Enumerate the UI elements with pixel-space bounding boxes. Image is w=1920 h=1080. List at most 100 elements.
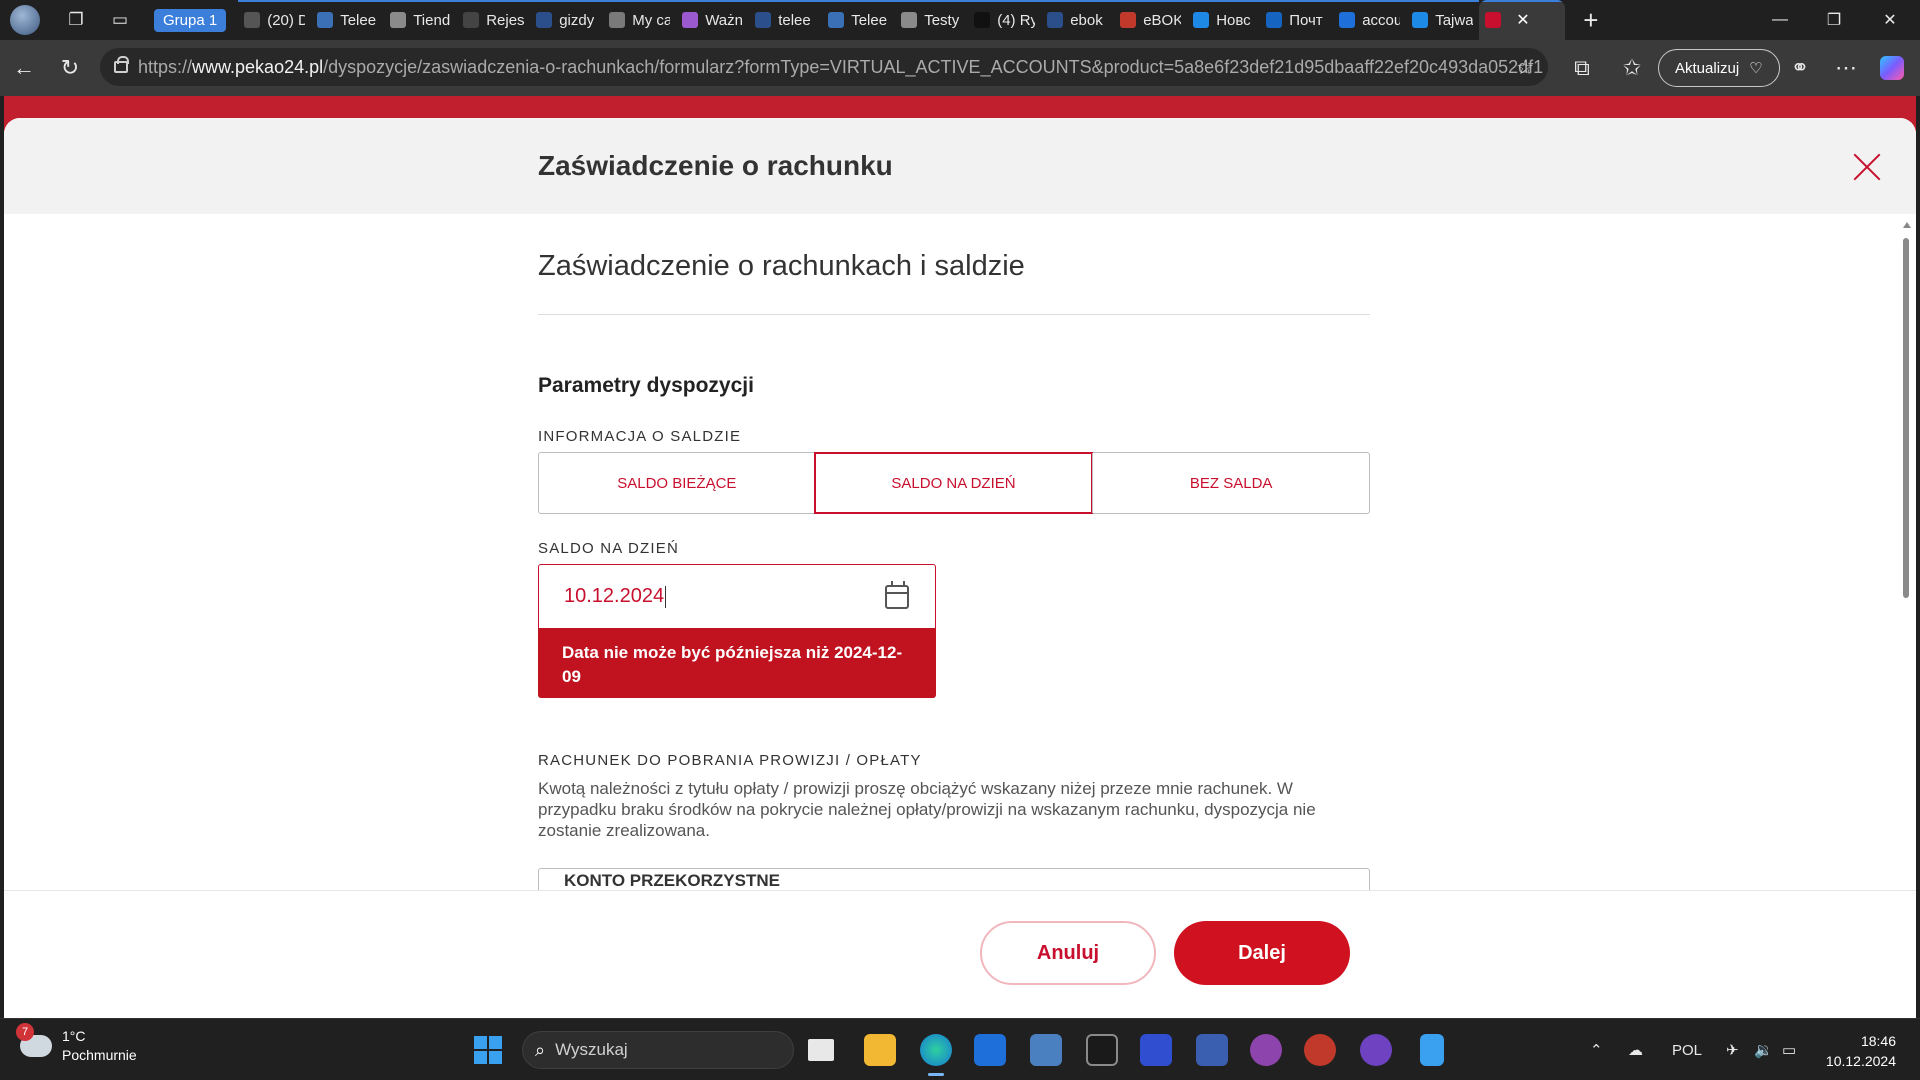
airplane-mode-icon[interactable]: ✈ xyxy=(1726,1019,1739,1080)
tab-label: Новс xyxy=(1216,11,1251,29)
tab-favicon-icon xyxy=(755,12,772,28)
anydesk-icon[interactable] xyxy=(1304,1034,1336,1066)
modal-header: Zaświadczenie o rachunku xyxy=(4,118,1916,214)
back-arrow-icon[interactable]: ← xyxy=(12,55,36,80)
browser-tab[interactable]: (4) Ry xyxy=(968,0,1042,40)
tab-label: Testy xyxy=(924,11,960,29)
tab-label: gizdy xyxy=(559,11,595,29)
file-explorer-icon[interactable] xyxy=(864,1034,896,1066)
terminal-icon[interactable] xyxy=(1086,1034,1118,1066)
taskbar: 7 1°C Pochmurnie ⌕ Wyszukaj ⌃ ☁ POL ✈ 🔉 … xyxy=(0,1018,1920,1080)
scroll-thumb[interactable] xyxy=(1903,238,1909,598)
weather-widget[interactable]: 7 1°C Pochmurnie xyxy=(16,1023,137,1065)
tor-browser-icon[interactable] xyxy=(1250,1034,1282,1066)
text-caret xyxy=(665,585,667,608)
browser-tab[interactable]: eBOK xyxy=(1114,0,1188,40)
next-button[interactable]: Dalej xyxy=(1174,921,1350,985)
network-app-icon[interactable] xyxy=(1030,1034,1062,1066)
clock-time: 18:46 xyxy=(1860,1033,1896,1049)
browser-tab[interactable]: Tiend xyxy=(384,0,458,40)
tab-label: eBOK xyxy=(1143,11,1182,29)
minimize-button[interactable]: — xyxy=(1752,0,1808,40)
url-field[interactable]: https://www.pekao24.pl/dyspozycje/zaswia… xyxy=(100,48,1548,86)
profile-avatar[interactable] xyxy=(10,5,40,35)
browser-tab[interactable]: Telee xyxy=(822,0,896,40)
tab-label: ebok xyxy=(1070,11,1103,29)
balance-option-selector: SALDO BIEŻĄCE SALDO NA DZIEŃ BEZ SALDA xyxy=(538,452,1370,514)
close-icon[interactable] xyxy=(1852,152,1882,182)
refresh-icon[interactable]: ↻ xyxy=(58,55,82,80)
tab-favicon-icon xyxy=(1193,12,1210,28)
more-menu-icon[interactable]: ⋯ xyxy=(1834,55,1858,80)
browser-tab[interactable]: Ważn xyxy=(676,0,750,40)
tab-favicon-icon xyxy=(682,12,699,28)
github-icon[interactable] xyxy=(1360,1034,1392,1066)
balance-option-1[interactable]: SALDO BIEŻĄCE xyxy=(539,453,815,513)
browser-tab[interactable]: Telee xyxy=(311,0,385,40)
tab-group-label[interactable]: Grupa 1 xyxy=(154,8,227,32)
page-scrollbar[interactable] xyxy=(1902,222,1912,902)
volume-icon[interactable]: 🔉 xyxy=(1754,1019,1773,1080)
start-windows-icon[interactable] xyxy=(474,1036,502,1064)
form-title: Zaświadczenie o rachunkach i saldzie xyxy=(538,250,1025,282)
app-a-icon[interactable] xyxy=(1196,1034,1228,1066)
calendar-icon[interactable] xyxy=(885,581,909,609)
browser-tab[interactable]: (20) D xyxy=(238,0,312,40)
tab-label: telee xyxy=(778,11,811,29)
favorite-star-icon[interactable]: ☆ xyxy=(1516,55,1534,80)
balance-date-input[interactable]: 10.12.2024 xyxy=(538,564,936,628)
system-clock[interactable]: 18:46 10.12.2024 xyxy=(1820,1031,1896,1071)
tab-favicon-icon xyxy=(536,12,553,28)
balance-option-3[interactable]: BEZ SALDA xyxy=(1092,453,1369,513)
tab-close-icon[interactable]: ✕ xyxy=(1516,10,1529,30)
task-view-icon[interactable] xyxy=(808,1039,834,1061)
copilot-icon[interactable] xyxy=(1880,56,1904,80)
tab-label: Telee xyxy=(340,11,377,29)
onedrive-cloud-icon[interactable]: ☁ xyxy=(1628,1019,1643,1080)
taskbar-search[interactable]: ⌕ Wyszukaj xyxy=(522,1031,794,1069)
tab-favicon-icon xyxy=(828,12,845,28)
workspaces-icon[interactable]: ❐ xyxy=(66,10,86,30)
lock-icon xyxy=(114,56,129,73)
save-disk-icon[interactable] xyxy=(1140,1034,1172,1066)
browser-tab[interactable]: accou xyxy=(1333,0,1407,40)
tab-favicon-icon xyxy=(390,12,407,28)
extensions-icon[interactable]: ⧉ xyxy=(1570,55,1594,80)
browser-tab[interactable]: telee xyxy=(749,0,823,40)
weather-temp: 1°C xyxy=(62,1028,86,1044)
tab-favicon-icon xyxy=(1120,12,1137,28)
browser-tab[interactable]: Testy xyxy=(895,0,969,40)
tab-label: Tiend xyxy=(413,11,451,29)
scroll-up-arrow-icon[interactable] xyxy=(1903,222,1911,228)
store-icon[interactable] xyxy=(974,1034,1006,1066)
address-bar-row: ← ↻ https://www.pekao24.pl/dyspozycje/za… xyxy=(0,40,1920,96)
tab-favicon-icon xyxy=(1047,12,1064,28)
browser-tab[interactable]: Почт xyxy=(1260,0,1334,40)
battery-icon[interactable]: ▭ xyxy=(1782,1019,1796,1080)
edge-browser-icon[interactable] xyxy=(920,1034,952,1076)
cancel-button[interactable]: Anuluj xyxy=(980,921,1156,985)
tab-label: (4) Ry xyxy=(997,11,1036,29)
language-indicator[interactable]: POL xyxy=(1672,1019,1702,1080)
cloud-icon: 7 xyxy=(16,1023,52,1057)
browser-tab[interactable]: Tajwa xyxy=(1406,0,1480,40)
window-close-button[interactable]: ✕ xyxy=(1862,0,1918,40)
browser-tab[interactable]: Rejes xyxy=(457,0,531,40)
tab-actions-icon[interactable]: ▭ xyxy=(110,10,130,30)
restore-button[interactable]: ❐ xyxy=(1806,0,1862,40)
browser-tab[interactable]: Новс xyxy=(1187,0,1261,40)
balance-option-2[interactable]: SALDO NA DZIEŃ xyxy=(813,452,1094,514)
tray-chevron-icon[interactable]: ⌃ xyxy=(1590,1019,1603,1080)
browser-tab[interactable]: My ca xyxy=(603,0,677,40)
new-tab-button[interactable]: + xyxy=(1583,5,1598,36)
tab-list: (20) D Telee Tiend Rejes gizdy My ca Ważn telee… xyxy=(238,0,1566,40)
share-icon[interactable]: ⚭ xyxy=(1788,55,1812,80)
update-button[interactable]: Aktualizuj ♡ xyxy=(1658,49,1780,87)
tab-active[interactable]: ✕ xyxy=(1479,0,1566,40)
favorites-icon[interactable]: ✩ xyxy=(1620,55,1644,80)
browser-tab[interactable]: ebok xyxy=(1041,0,1115,40)
certificate-modal: Zaświadczenie o rachunku Zaświadczenie o… xyxy=(4,118,1916,1018)
notepad-icon[interactable] xyxy=(1420,1034,1444,1066)
browser-tab[interactable]: gizdy xyxy=(530,0,604,40)
tab-favicon-icon xyxy=(901,12,918,28)
